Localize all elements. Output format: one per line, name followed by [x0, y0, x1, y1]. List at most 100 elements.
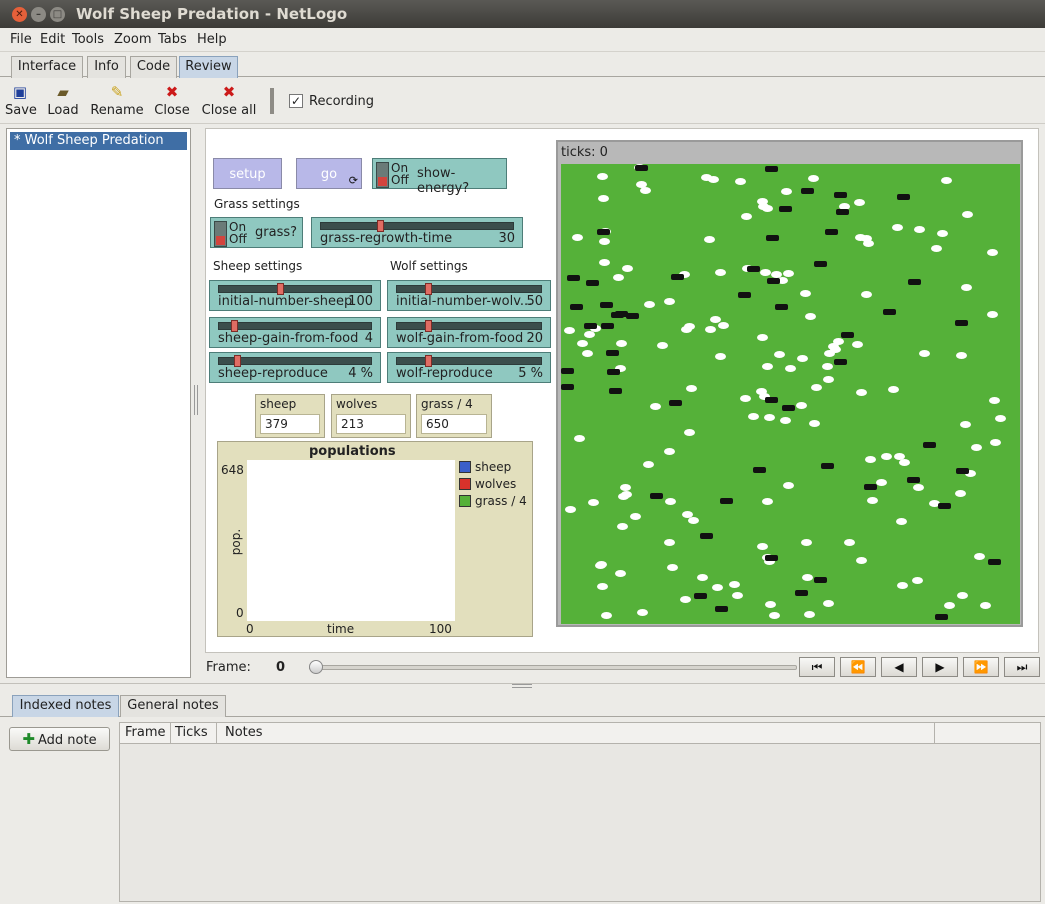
menu-tools[interactable]: Tools [72, 32, 104, 47]
menu-file[interactable]: File [10, 32, 32, 47]
menu-edit[interactable]: Edit [40, 32, 65, 47]
menu-tabs[interactable]: Tabs [158, 32, 187, 47]
tab-info[interactable]: Info [87, 56, 126, 78]
tab-review[interactable]: Review [179, 56, 238, 78]
sheep-agent [960, 421, 971, 428]
sheep-agent [599, 259, 610, 266]
sheep-agent [597, 583, 608, 590]
frame-slider-handle[interactable] [309, 660, 323, 674]
previous-frame-button[interactable]: ◀ [881, 657, 917, 677]
column-notes[interactable]: Notes [225, 725, 263, 744]
sheep-agent [937, 230, 948, 237]
wolf-agent [626, 313, 639, 319]
sheep-agent [682, 511, 693, 518]
window-maximize-icon[interactable]: □ [50, 7, 65, 22]
sheep-agent [740, 395, 751, 402]
initial-number-sheep-slider[interactable]: initial-number-sheep 100 [209, 280, 381, 311]
sheep-reproduce-slider[interactable]: sheep-reproduce 4 % [209, 352, 381, 383]
plot-xmax: 100 [429, 622, 452, 636]
sheep-agent [957, 592, 968, 599]
column-frame[interactable]: Frame [125, 725, 166, 744]
ticks-counter: ticks: 0 [561, 145, 608, 160]
wolf-agent [765, 166, 778, 172]
column-ticks[interactable]: Ticks [175, 725, 208, 744]
wolf-agent [864, 484, 877, 490]
next-frame-button[interactable]: ▶ [922, 657, 958, 677]
horizontal-split-handle[interactable] [0, 683, 1045, 691]
tab-indexed-notes[interactable]: Indexed notes [12, 695, 119, 717]
tab-interface[interactable]: Interface [11, 56, 83, 78]
initial-number-wolves-slider[interactable]: initial-number-wolv... 50 [387, 280, 551, 311]
add-note-button[interactable]: ✚ Add note [9, 727, 110, 751]
rename-button[interactable]: ✎ Rename [90, 82, 144, 118]
sheep-agent [783, 270, 794, 277]
tab-code[interactable]: Code [130, 56, 177, 78]
wolf-agent [801, 188, 814, 194]
tab-general-notes[interactable]: General notes [120, 695, 226, 717]
legend-swatch [459, 478, 471, 490]
sheep-agent [613, 274, 624, 281]
sheep-agent [780, 417, 791, 424]
show-energy-switch[interactable]: On Off show-energy? [372, 158, 507, 196]
fast-forward-button[interactable]: ⏩ [963, 657, 999, 677]
go-button[interactable]: go ⟳ [296, 158, 362, 189]
sheep-agent [718, 322, 729, 329]
populations-plot: populations 648 0 pop. 0 time 100 sheep … [217, 441, 533, 637]
close-run-button[interactable]: ✖ Close [154, 82, 190, 118]
grass-switch-label: grass? [255, 225, 298, 240]
close-all-button[interactable]: ✖ Close all [201, 82, 257, 118]
sheep-agent [622, 265, 633, 272]
world-canvas[interactable] [561, 164, 1020, 624]
wolf-agent [938, 503, 951, 509]
legend-swatch [459, 461, 471, 473]
wolf-agent [767, 278, 780, 284]
menu-help[interactable]: Help [197, 32, 227, 47]
setup-button[interactable]: setup [213, 158, 282, 189]
save-button[interactable]: ▣ Save [5, 82, 37, 118]
wolf-gain-from-food-slider[interactable]: wolf-gain-from-food 20 [387, 317, 551, 348]
wolf-agent [611, 312, 624, 318]
grass-regrowth-time-slider[interactable]: grass-regrowth-time 30 [311, 217, 523, 248]
run-item[interactable]: * Wolf Sheep Predation [10, 132, 187, 150]
first-frame-button[interactable]: ⏮ [799, 657, 835, 677]
window-titlebar: ✕ – □ Wolf Sheep Predation - NetLogo [0, 0, 1045, 28]
sheep-agent [808, 175, 819, 182]
load-button[interactable]: ▰ Load [46, 82, 80, 118]
sheep-agent [757, 543, 768, 550]
split-handle[interactable] [194, 385, 198, 415]
wolf-agent [561, 384, 574, 390]
sheep-gain-from-food-slider[interactable]: sheep-gain-from-food 4 [209, 317, 381, 348]
sheep-agent [565, 506, 576, 513]
plot-ymin: 0 [236, 606, 244, 620]
sheep-agent [756, 388, 767, 395]
sheep-agent [955, 490, 966, 497]
window-close-icon[interactable]: ✕ [12, 7, 27, 22]
close-all-icon: ✖ [222, 83, 236, 101]
wolf-agent [907, 477, 920, 483]
frame-slider-track[interactable] [309, 665, 797, 670]
wolf-agent [795, 590, 808, 596]
rewind-button[interactable]: ⏪ [840, 657, 876, 677]
sheep-agent [811, 384, 822, 391]
sheep-agent [844, 539, 855, 546]
sheep-agent [801, 539, 812, 546]
wolf-reproduce-slider[interactable]: wolf-reproduce 5 % [387, 352, 551, 383]
wolf-agent [586, 280, 599, 286]
sheep-agent [697, 574, 708, 581]
window-minimize-icon[interactable]: – [31, 7, 46, 22]
menu-bar: File Edit Tools Zoom Tabs Help [0, 28, 1045, 52]
wolf-agent [814, 261, 827, 267]
frame-label: Frame: [206, 660, 251, 675]
sheep-agent [640, 187, 651, 194]
sheep-agent [712, 584, 723, 591]
menu-zoom[interactable]: Zoom [114, 32, 151, 47]
pencil-icon: ✎ [110, 83, 124, 101]
recording-checkbox[interactable]: ✓ [289, 94, 303, 108]
last-frame-button[interactable]: ⏭ [1004, 657, 1040, 677]
sheep-agent [762, 363, 773, 370]
runs-list: * Wolf Sheep Predation [6, 128, 191, 678]
sheep-agent [729, 581, 740, 588]
wolf-agent [814, 577, 827, 583]
grass-switch[interactable]: On Off grass? [210, 217, 303, 248]
wolf-agent [669, 400, 682, 406]
